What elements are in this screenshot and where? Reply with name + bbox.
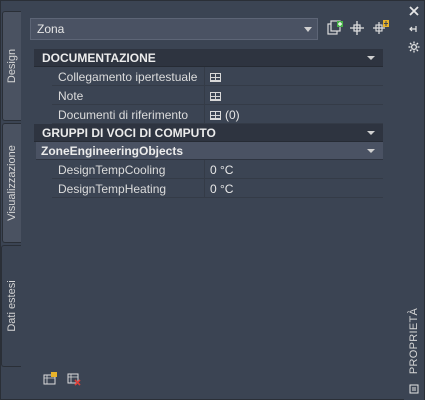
tab-design[interactable]: Design bbox=[2, 11, 21, 121]
table-icon bbox=[210, 73, 221, 82]
property-value[interactable]: 0 °C bbox=[210, 163, 233, 177]
autohide-icon[interactable] bbox=[409, 24, 419, 34]
category-title: DOCUMENTAZIONE bbox=[42, 51, 156, 65]
property-value[interactable] bbox=[210, 70, 225, 84]
property-row[interactable]: DesignTempCooling 0 °C bbox=[52, 160, 383, 179]
property-label: Note bbox=[58, 89, 84, 103]
category-documentazione[interactable]: DOCUMENTAZIONE bbox=[34, 49, 383, 67]
object-type-select[interactable]: Zona bbox=[30, 18, 318, 40]
settings-icon[interactable] bbox=[408, 41, 420, 53]
object-type-value: Zona bbox=[37, 22, 65, 36]
category-title: ZoneEngineeringObjects bbox=[41, 144, 184, 158]
collapse-icon[interactable] bbox=[367, 56, 375, 60]
palette-title-bar[interactable]: PROPRIETÀ bbox=[404, 1, 424, 400]
properties-palette: Design Visualizzazione Dati estesi Zona bbox=[0, 0, 425, 400]
pickadd-icon[interactable] bbox=[372, 19, 390, 37]
palette-content: Zona DOCUMENTAZIONE Collegamento ipertes… bbox=[21, 9, 406, 399]
tab-strip: Design Visualizzazione Dati estesi bbox=[1, 1, 22, 400]
property-value[interactable]: (0) bbox=[210, 108, 240, 122]
property-label: DesignTempHeating bbox=[58, 182, 167, 196]
tab-design-label: Design bbox=[6, 48, 18, 84]
tab-dati-estesi[interactable]: Dati estesi bbox=[1, 245, 22, 367]
property-row[interactable]: Collegamento ipertestuale bbox=[52, 67, 383, 86]
category-zone-engineering-objects[interactable]: ZoneEngineeringObjects bbox=[36, 142, 383, 160]
property-value[interactable] bbox=[210, 89, 225, 103]
property-row[interactable]: Documenti di riferimento (0) bbox=[52, 105, 383, 124]
table-icon bbox=[210, 92, 221, 101]
property-row[interactable]: Note bbox=[52, 86, 383, 105]
property-value[interactable]: 0 °C bbox=[210, 182, 233, 196]
table-icon bbox=[210, 111, 221, 120]
remove-property-set-icon[interactable] bbox=[67, 373, 81, 386]
tab-visualizzazione-label: Visualizzazione bbox=[6, 145, 18, 221]
collapse-icon[interactable] bbox=[367, 131, 375, 135]
quick-select-icon[interactable] bbox=[326, 19, 344, 37]
property-label: Collegamento ipertestuale bbox=[58, 70, 198, 84]
palette-properties-icon[interactable] bbox=[409, 384, 419, 394]
collapse-icon[interactable] bbox=[367, 149, 375, 153]
property-label: DesignTempCooling bbox=[58, 163, 166, 177]
palette-title: PROPRIETÀ bbox=[408, 307, 420, 375]
close-icon[interactable] bbox=[409, 6, 419, 16]
tab-visualizzazione[interactable]: Visualizzazione bbox=[2, 123, 21, 243]
tab-dati-estesi-label: Dati estesi bbox=[6, 280, 18, 332]
property-row[interactable]: DesignTempHeating 0 °C bbox=[52, 179, 383, 198]
property-grid: DOCUMENTAZIONE Collegamento ipertestuale… bbox=[34, 49, 383, 198]
property-label: Documenti di riferimento bbox=[58, 108, 189, 122]
select-objects-icon[interactable] bbox=[348, 19, 366, 37]
add-property-set-icon[interactable] bbox=[43, 372, 57, 385]
category-gruppi-voci-computo[interactable]: GRUPPI DI VOCI DI COMPUTO bbox=[34, 124, 383, 142]
category-title: GRUPPI DI VOCI DI COMPUTO bbox=[42, 126, 216, 140]
chevron-down-icon bbox=[304, 27, 312, 32]
